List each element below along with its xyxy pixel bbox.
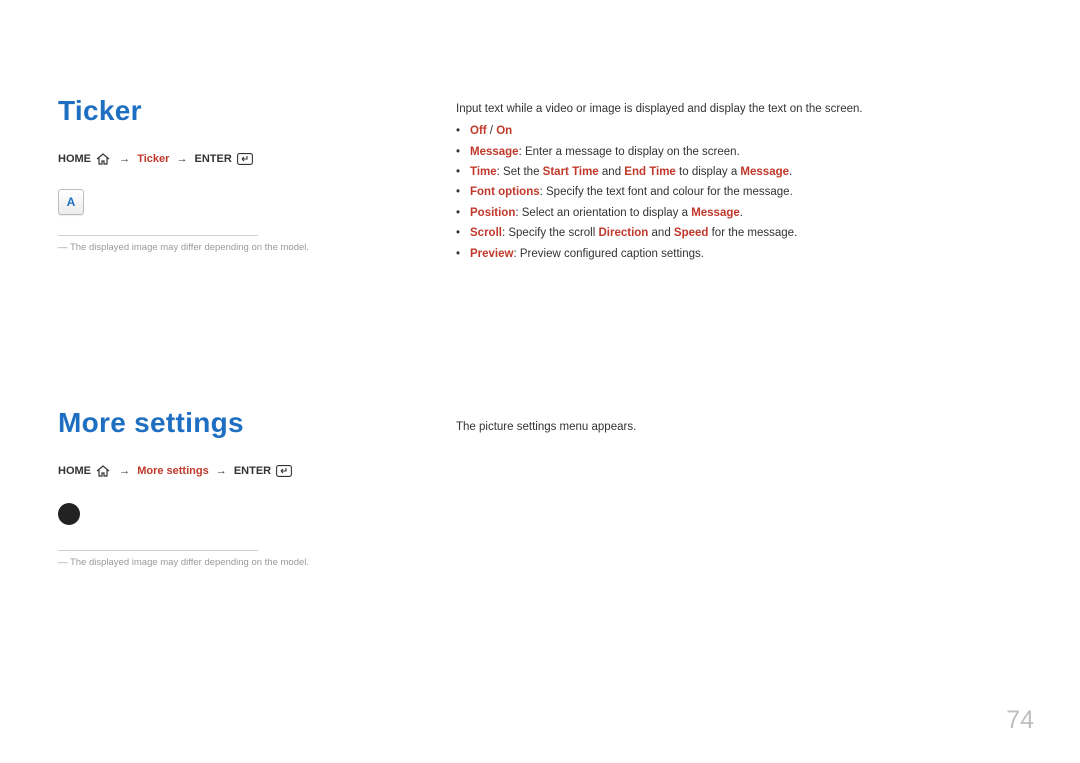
heading-more-settings: More settings [58,407,398,439]
nav-home-label: HOME [58,465,91,477]
off-label: Off [470,125,487,137]
bullet-preview: Preview: Preview configured caption sett… [456,245,1022,263]
scroll-label: Scroll [470,227,502,239]
enter-icon [276,465,292,477]
nav-home-label: HOME [58,153,91,165]
navpath-more-settings: HOME → More settings → ENTER [58,465,398,477]
time-text3: to display a [676,166,741,178]
nav-step-ticker: Ticker [137,153,169,165]
scroll-text1: : Specify the scroll [502,227,599,239]
bullet-font-options: Font options: Specify the text font and … [456,183,1022,201]
ticker-app-icon: A [58,189,398,215]
page-number: 74 [1006,706,1034,735]
time-text1: : Set the [497,166,543,178]
preview-label: Preview [470,248,513,260]
bullet-off-on: Off / On [456,122,1022,140]
position-dot: . [740,207,743,219]
home-icon [96,465,110,477]
bullet-time: Time: Set the Start Time and End Time to… [456,163,1022,181]
message-text: : Enter a message to display on the scre… [519,146,740,158]
on-label: On [496,125,512,137]
navpath-ticker: HOME → Ticker → ENTER [58,153,398,165]
home-icon [96,153,110,165]
direction-label: Direction [598,227,648,239]
time-dot: . [789,166,792,178]
arrow-icon: → [176,153,187,165]
enter-icon [237,153,253,165]
nav-step-more-settings: More settings [137,465,209,477]
bullet-scroll: Scroll: Specify the scroll Direction and… [456,224,1022,242]
more-settings-app-icon [58,501,398,530]
position-label: Position [470,207,515,219]
preview-text: : Preview configured caption settings. [513,248,704,260]
position-msg-label: Message [691,207,740,219]
scroll-text2: and [648,227,674,239]
message-label: Message [470,146,519,158]
ticker-intro: Input text while a video or image is dis… [456,101,1022,118]
time-text2: and [599,166,625,178]
footnote-more-settings: The displayed image may differ depending… [58,557,398,568]
bullet-position: Position: Select an orientation to displ… [456,204,1022,222]
nav-enter-label: ENTER [195,153,232,165]
bullet-message: Message: Enter a message to display on t… [456,143,1022,161]
font-options-text: : Specify the text font and colour for t… [540,186,793,198]
arrow-icon: → [119,465,130,477]
speed-label: Speed [674,227,709,239]
arrow-icon: → [216,465,227,477]
arrow-icon: → [119,153,130,165]
font-options-label: Font options [470,186,540,198]
letter-a-icon: A [58,189,84,215]
circle-icon [58,503,80,525]
divider [58,550,258,551]
slash: / [487,125,497,137]
heading-ticker: Ticker [58,95,398,127]
scroll-text3: for the message. [708,227,797,239]
divider [58,235,258,236]
time-msg-label: Message [740,166,789,178]
end-time-label: End Time [624,166,676,178]
more-settings-intro: The picture settings menu appears. [456,419,1022,436]
time-label: Time [470,166,497,178]
nav-enter-label: ENTER [234,465,271,477]
footnote-ticker: The displayed image may differ depending… [58,242,398,253]
position-text1: : Select an orientation to display a [515,207,691,219]
start-time-label: Start Time [543,166,599,178]
